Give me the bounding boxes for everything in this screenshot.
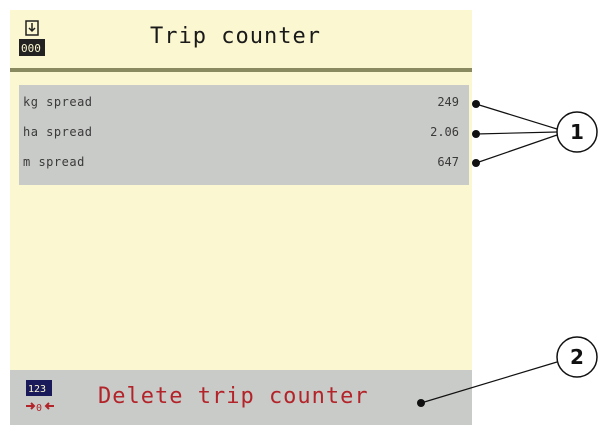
callout-point: [472, 130, 480, 138]
leader-line: [475, 134, 558, 164]
page-title: Trip counter: [150, 24, 321, 49]
callout-number: 2: [570, 345, 584, 369]
svg-text:0: 0: [36, 403, 42, 414]
counter-label: kg spread: [23, 95, 93, 109]
delete-trip-counter-label: Delete trip counter: [98, 384, 369, 409]
counter-label: m spread: [23, 155, 85, 169]
counter-list: kg spread 249 ha spread 2.06 m spread 64…: [19, 85, 469, 185]
svg-text:000: 000: [21, 42, 41, 55]
callout-point: [472, 159, 480, 167]
counter-value: 2.06: [430, 125, 459, 139]
counter-row-m: m spread 647: [19, 149, 469, 179]
counter-value: 249: [437, 95, 459, 109]
counter-row-ha: ha spread 2.06: [19, 119, 469, 149]
header-divider: [10, 68, 472, 72]
callout-circle: [556, 336, 598, 378]
trip-counter-icon: 000: [19, 20, 45, 56]
header-bar: 000 Trip counter: [10, 10, 472, 68]
leader-line: [475, 131, 558, 135]
callout-number: 1: [570, 120, 584, 144]
terminal-screen: 000 Trip counter kg spread 249 ha spread…: [10, 10, 472, 425]
callout-circle: [556, 111, 598, 153]
leader-line: [475, 103, 558, 130]
counter-row-kg: kg spread 249: [19, 89, 469, 119]
svg-text:123: 123: [28, 384, 46, 395]
callout-point: [472, 100, 480, 108]
delete-counter-icon: 123 0: [26, 380, 54, 414]
counter-value: 647: [437, 155, 459, 169]
callout-1: 1: [472, 100, 598, 167]
delete-trip-counter-button[interactable]: 123 0 Delete trip counter: [10, 370, 472, 425]
counter-label: ha spread: [23, 125, 93, 139]
